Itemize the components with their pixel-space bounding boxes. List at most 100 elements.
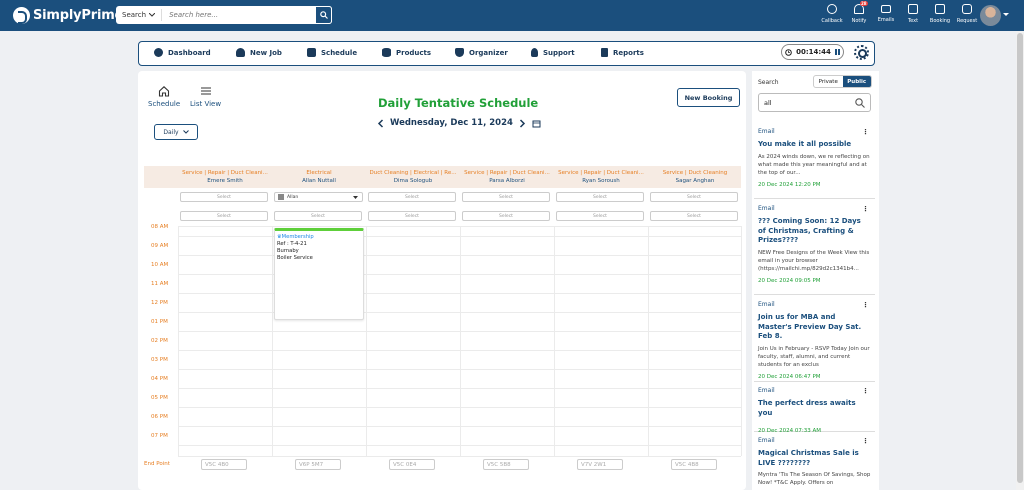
end-point-postal[interactable]: V6P 5M7 <box>295 459 341 470</box>
technician-header-row: Service | Repair | Duct Cleani... Emere … <box>144 166 741 188</box>
dashboard-icon <box>154 48 163 57</box>
search-button[interactable] <box>315 6 332 24</box>
technician-avatar <box>278 194 284 200</box>
emails-button[interactable]: Emails <box>874 4 898 24</box>
secondary-select[interactable]: Select <box>180 211 268 221</box>
next-day-icon[interactable] <box>519 118 526 128</box>
nav-reports[interactable]: Reports <box>601 48 644 57</box>
email-item[interactable]: Email ⋮ ??? Coming Soon: 12 Days of Chri… <box>754 200 875 295</box>
toggle-public[interactable]: Public <box>842 76 871 87</box>
nav-support[interactable]: Support <box>531 48 575 57</box>
app-logo[interactable]: SimplyPrime <box>13 5 123 25</box>
secondary-select[interactable]: Select <box>556 211 644 221</box>
technician-select[interactable]: Select <box>180 192 268 202</box>
more-options-icon[interactable]: ⋮ <box>862 387 869 395</box>
more-options-icon[interactable]: ⋮ <box>862 301 869 309</box>
email-item[interactable]: Email ⋮ You make it all possible As 2024… <box>754 123 875 199</box>
search-category-select[interactable]: Search <box>116 9 163 21</box>
email-item[interactable]: Email ⋮ Join us for MBA and Master's Pre… <box>754 296 875 382</box>
schedule-view-toggle[interactable]: Schedule <box>148 85 180 108</box>
pause-icon[interactable] <box>834 49 840 55</box>
more-options-icon[interactable]: ⋮ <box>862 437 869 445</box>
view-mode-select[interactable]: Daily <box>154 124 198 140</box>
new-booking-button[interactable]: New Booking <box>677 88 740 107</box>
end-point-postal[interactable]: V5C 4B8 <box>671 459 717 470</box>
appointment-card[interactable]: ♛Membership Ref : T-4-21 Burnaby Boiler … <box>274 228 364 320</box>
technician-name: Allan Nuttall <box>302 178 336 184</box>
technician-select[interactable]: Allan <box>274 192 363 202</box>
nav-products-label: Products <box>396 48 432 57</box>
technician-column-header[interactable]: Electrical Allan Nuttall <box>272 166 366 188</box>
work-timer[interactable]: 00:14:44 <box>781 44 844 60</box>
nav-support-label: Support <box>543 48 575 57</box>
emails-label: Emails <box>877 17 895 23</box>
nav-products[interactable]: Products <box>382 48 431 57</box>
technician-select[interactable]: Select <box>462 192 550 202</box>
hour-label: 09 AM <box>151 243 169 249</box>
end-point-postal[interactable]: V7V 2W1 <box>577 459 623 470</box>
text-button[interactable]: Text <box>901 4 925 24</box>
secondary-select[interactable]: Select <box>368 211 456 221</box>
toggle-private[interactable]: Private <box>814 76 843 87</box>
global-search: Search <box>116 6 332 24</box>
text-icon <box>908 4 918 14</box>
search-input[interactable] <box>162 11 315 19</box>
technician-name: Emere Smith <box>207 178 243 184</box>
technician-column-header[interactable]: Service | Repair | Duct Cleani... Emere … <box>178 166 272 188</box>
notify-label: Notify <box>851 18 867 24</box>
user-avatar[interactable] <box>980 5 1001 26</box>
nav-dashboard[interactable]: Dashboard <box>154 48 211 57</box>
search-icon[interactable] <box>855 97 865 108</box>
appointment-ref: Ref : T-4-21 <box>277 241 307 247</box>
hour-label: 04 PM <box>151 376 168 382</box>
technician-select[interactable]: Select <box>556 192 644 202</box>
email-item[interactable]: Email ⋮ The perfect dress awaits you 20 … <box>754 382 875 434</box>
schedule-panel <box>138 71 746 490</box>
sidebar-search-input[interactable]: all <box>758 93 871 112</box>
secondary-select[interactable]: Select <box>650 211 738 221</box>
end-point-postal[interactable]: V5C 5B8 <box>483 459 529 470</box>
prev-day-icon[interactable] <box>377 118 384 128</box>
technician-column-header[interactable]: Service | Repair | Duct Cleani... Ryan S… <box>554 166 648 188</box>
nav-schedule[interactable]: Schedule <box>307 48 357 57</box>
technician-column-header[interactable]: Service | Duct Cleaning Sagar Anghan <box>648 166 742 188</box>
list-view-toggle[interactable]: List View <box>190 85 221 108</box>
settings-gear-icon[interactable] <box>854 45 869 60</box>
bulb-icon <box>531 48 538 57</box>
scrollbar-thumb[interactable] <box>1017 33 1023 483</box>
technician-column-header[interactable]: Service | Repair | Duct Cleani... Parsa … <box>460 166 554 188</box>
more-options-icon[interactable]: ⋮ <box>862 205 869 213</box>
check-icon <box>307 48 316 57</box>
nav-new-job[interactable]: New Job <box>236 48 282 57</box>
timer-value: 00:14:44 <box>796 48 831 56</box>
logo-icon <box>13 6 30 24</box>
secondary-select[interactable]: Select <box>462 211 550 221</box>
calendar-picker-icon[interactable] <box>532 119 541 128</box>
avatar-dropdown-icon[interactable] <box>1003 13 1009 16</box>
notify-button[interactable]: 28 Notify <box>847 1 871 24</box>
email-item[interactable]: Email ⋮ Magical Christmas Sale is LIVE ?… <box>754 432 875 490</box>
booking-button[interactable]: Booking <box>928 4 952 24</box>
email-type: Email <box>758 437 775 444</box>
hour-label: 02 PM <box>151 338 168 344</box>
callback-button[interactable]: Callback <box>820 4 844 24</box>
secondary-select[interactable]: Select <box>274 211 362 221</box>
list-view-label: List View <box>190 100 222 108</box>
email-type: Email <box>758 387 775 394</box>
end-point-postal[interactable]: V5C 4B0 <box>201 459 247 470</box>
more-options-icon[interactable]: ⋮ <box>862 128 869 136</box>
email-type: Email <box>758 301 775 308</box>
technician-select[interactable]: Select <box>650 192 738 202</box>
appointment-service: Boiler Service <box>277 255 313 261</box>
technician-column-header[interactable]: Duct Cleaning | Electrical | Re... Dima … <box>366 166 460 188</box>
technician-select[interactable]: Select <box>368 192 456 202</box>
calendar-icon <box>935 4 945 14</box>
email-preview: As 2024 winds down, we re reflecting on … <box>758 153 870 176</box>
hour-label: 12 PM <box>151 300 168 306</box>
end-point-postal[interactable]: V5C 0E4 <box>389 459 435 470</box>
request-button[interactable]: Request <box>955 4 979 24</box>
nav-organizer[interactable]: Organizer <box>455 48 508 57</box>
chevron-down-icon <box>182 130 189 134</box>
technician-skills: Service | Duct Cleaning <box>662 170 728 176</box>
nav-dashboard-label: Dashboard <box>168 48 211 57</box>
